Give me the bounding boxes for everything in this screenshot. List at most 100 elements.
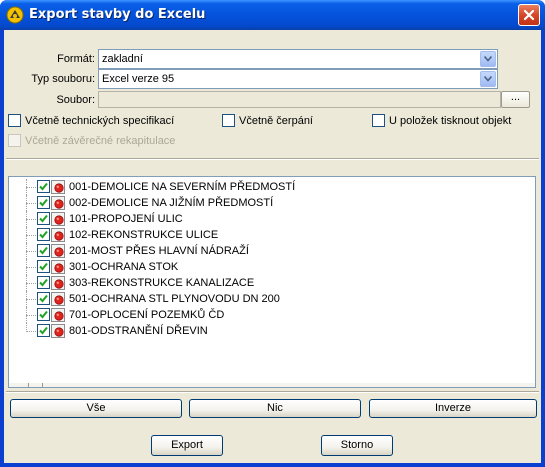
item-checkbox[interactable] [37,244,50,257]
final-recap-checkbox: Včetně závěrečné rekapitulace [8,134,175,147]
object-status-icon [51,276,65,290]
checkmark-icon [39,182,48,191]
horizontal-scrollbar[interactable] [9,383,535,387]
title-bar[interactable]: Export stavby do Excelu [0,0,545,30]
item-checkbox[interactable] [37,228,50,241]
filetype-select[interactable]: Excel verze 95 [98,69,498,89]
tree-item[interactable]: 701-OPLOCENÍ POZEMKŮ ČD [9,307,529,323]
checkmark-icon [39,278,48,287]
invert-selection-button[interactable]: Inverze [369,399,537,418]
format-value: zakladní [102,53,143,65]
tree-connector [26,331,36,332]
file-path-field[interactable] [98,91,501,108]
object-tree[interactable]: 001-DEMOLICE NA SEVERNÍM PŘEDMOSTÍ 002-DE… [8,176,536,388]
checkmark-icon [39,198,48,207]
object-status-icon [51,324,65,338]
scroll-tick [28,383,29,387]
export-dialog-window: Export stavby do Excelu Formát: zakladní… [0,0,545,467]
tree-item[interactable]: 002-DEMOLICE NA JIŽNÍM PŘEDMOSTÍ [9,195,529,211]
checkmark-icon [39,326,48,335]
cerpani-checkbox-box[interactable] [222,114,235,127]
tree-connector [26,283,36,284]
tech-spec-label: Včetně technických specifikací [25,114,175,127]
object-status-icon [51,308,65,322]
tree-item[interactable]: 303-REKONSTRUKCE KANALIZACE [9,275,529,291]
tree-item-label: 301-OCHRANA STOK [69,261,179,273]
tree-connector [26,267,36,268]
file-label: Soubor: [56,94,95,106]
tree-connector [26,203,36,204]
close-button[interactable] [518,4,540,26]
select-all-button[interactable]: Vše [10,399,182,418]
item-checkbox[interactable] [37,180,50,193]
tree-item[interactable]: 301-OCHRANA STOK [9,259,529,275]
item-checkbox[interactable] [37,276,50,289]
tree-item[interactable]: 501-OCHRANA STL PLYNOVODU DN 200 [9,291,529,307]
checkmark-icon [39,214,48,223]
item-checkbox[interactable] [37,292,50,305]
tech-spec-checkbox-box[interactable] [8,114,21,127]
filetype-label: Typ souboru: [31,73,95,85]
tree-item[interactable]: 801-ODSTRANĚNÍ DŘEVIN [9,323,529,339]
tree-item[interactable]: 102-REKONSTRUKCE ULICE [9,227,529,243]
tree-connector [26,235,36,236]
final-recap-label: Včetně závěrečné rekapitulace [25,134,176,147]
cerpani-checkbox[interactable]: Včetně čerpání [222,114,313,127]
tree-connector [26,187,36,188]
cancel-button[interactable]: Storno [321,435,393,456]
scroll-tick [42,383,43,387]
format-dropdown-button[interactable] [480,51,496,67]
tree-item-label: 303-REKONSTRUKCE KANALIZACE [69,277,255,289]
close-icon [523,9,535,21]
format-label: Formát: [57,53,95,65]
print-object-label: U položek tisknout objekt [389,114,512,127]
item-checkbox[interactable] [37,260,50,273]
checkmark-icon [39,294,48,303]
tree-item[interactable]: 201-MOST PŘES HLAVNÍ NÁDRAŽÍ [9,243,529,259]
browse-file-button[interactable]: ... [501,91,530,108]
tree-item-label: 201-MOST PŘES HLAVNÍ NÁDRAŽÍ [69,245,249,257]
object-status-icon [51,292,65,306]
object-status-icon [51,260,65,274]
checkmark-icon [39,246,48,255]
export-button[interactable]: Export [151,435,223,456]
item-checkbox[interactable] [37,324,50,337]
object-status-icon [51,180,65,194]
tree-item-label: 002-DEMOLICE NA JIŽNÍM PŘEDMOSTÍ [69,197,274,209]
app-icon [6,6,24,24]
tree-connector [26,219,36,220]
item-checkbox[interactable] [37,212,50,225]
object-status-icon [51,212,65,226]
object-status-icon [51,196,65,210]
checkmark-icon [39,230,48,239]
checkmark-icon [39,310,48,319]
chevron-down-icon [484,56,492,62]
tree-item-label: 801-ODSTRANĚNÍ DŘEVIN [69,325,208,337]
filetype-dropdown-button[interactable] [480,71,496,87]
tree-item[interactable]: 001-DEMOLICE NA SEVERNÍM PŘEDMOSTÍ [9,179,529,195]
format-select[interactable]: zakladní [98,49,498,69]
select-none-button[interactable]: Nic [189,399,361,418]
final-recap-checkbox-box [8,134,21,147]
tree-item-label: 101-PROPOJENÍ ULIC [69,213,183,225]
item-checkbox[interactable] [37,308,50,321]
chevron-down-icon [484,76,492,82]
object-status-icon [51,228,65,242]
object-status-icon [51,244,65,258]
tree-item[interactable]: 101-PROPOJENÍ ULIC [9,211,529,227]
print-object-checkbox[interactable]: U položek tisknout objekt [372,114,511,127]
item-checkbox[interactable] [37,196,50,209]
tree-connector [26,251,36,252]
dialog-body: Formát: zakladní Typ souboru: Excel verz… [4,30,541,463]
filetype-value: Excel verze 95 [102,73,175,85]
print-object-checkbox-box[interactable] [372,114,385,127]
tech-spec-checkbox[interactable]: Včetně technických specifikací [8,114,174,127]
separator [6,391,539,393]
separator [6,158,539,160]
checkmark-icon [39,262,48,271]
tree-item-label: 701-OPLOCENÍ POZEMKŮ ČD [69,309,225,321]
cerpani-label: Včetně čerpání [239,114,313,127]
tree-item-label: 102-REKONSTRUKCE ULICE [69,229,219,241]
tree-connector [26,299,36,300]
window-title: Export stavby do Excelu [29,7,206,22]
